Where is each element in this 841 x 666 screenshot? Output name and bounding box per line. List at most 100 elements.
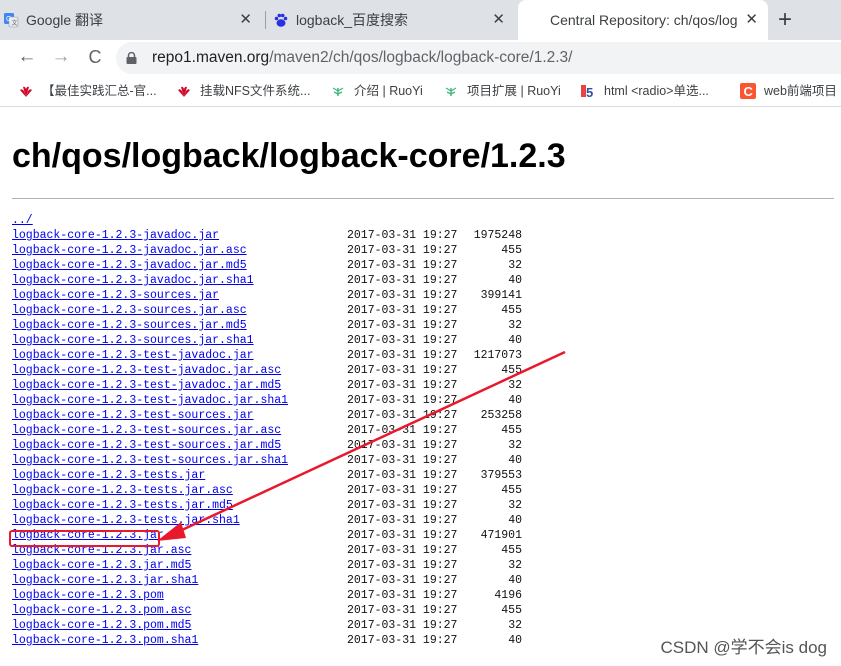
file-link[interactable]: logback-core-1.2.3-test-sources.jar.sha1 bbox=[12, 453, 288, 468]
file-size: 40 bbox=[508, 334, 522, 347]
file-link[interactable]: logback-core-1.2.3-javadoc.jar.md5 bbox=[12, 258, 247, 273]
file-link[interactable]: logback-core-1.2.3-javadoc.jar.asc bbox=[12, 243, 247, 258]
file-size: 40 bbox=[508, 514, 522, 527]
tab-close-button[interactable]: ✕ bbox=[745, 0, 758, 40]
file-link[interactable]: logback-core-1.2.3.pom.asc bbox=[12, 603, 191, 618]
file-date: 2017-03-31 19:27 bbox=[347, 544, 458, 557]
svg-text:C: C bbox=[744, 84, 754, 99]
file-link[interactable]: logback-core-1.2.3-tests.jar.md5 bbox=[12, 498, 233, 513]
file-date: 2017-03-31 19:27 bbox=[347, 574, 458, 587]
file-date: 2017-03-31 19:27 bbox=[347, 589, 458, 602]
file-row: logback-core-1.2.3-tests.jar.asc 2017-03-… bbox=[12, 483, 612, 498]
file-link[interactable]: logback-core-1.2.3-tests.jar.sha1 bbox=[12, 513, 240, 528]
google-translate-icon: G 文 bbox=[4, 13, 19, 28]
file-row: logback-core-1.2.3.pom.sha1 2017-03-31 19… bbox=[12, 633, 612, 648]
svg-text:文: 文 bbox=[12, 19, 18, 27]
file-row: logback-core-1.2.3.jar.sha1 2017-03-31 19… bbox=[12, 573, 612, 588]
file-size: 40 bbox=[508, 274, 522, 287]
tab-title: logback_百度搜索 bbox=[296, 12, 409, 28]
file-link[interactable]: logback-core-1.2.3-test-sources.jar.asc bbox=[12, 423, 281, 438]
file-size: 1975248 bbox=[473, 229, 522, 242]
file-size: 32 bbox=[508, 319, 522, 332]
file-date: 2017-03-31 19:27 bbox=[347, 319, 458, 332]
file-date: 2017-03-31 19:27 bbox=[347, 289, 458, 302]
file-link[interactable]: logback-core-1.2.3-test-sources.jar bbox=[12, 408, 254, 423]
file-row: logback-core-1.2.3.pom.asc 2017-03-31 19:… bbox=[12, 603, 612, 618]
back-button[interactable]: ← bbox=[14, 44, 40, 70]
baidu-paw-icon bbox=[274, 13, 288, 27]
file-link[interactable]: logback-core-1.2.3.pom.sha1 bbox=[12, 633, 198, 648]
file-link[interactable]: logback-core-1.2.3-test-sources.jar.md5 bbox=[12, 438, 281, 453]
file-size: 32 bbox=[508, 259, 522, 272]
csdn-c-icon: C bbox=[740, 83, 756, 99]
file-link[interactable]: logback-core-1.2.3-test-javadoc.jar bbox=[12, 348, 254, 363]
svg-text:5: 5 bbox=[586, 85, 593, 99]
file-date: 2017-03-31 19:27 bbox=[347, 469, 458, 482]
file-size: 455 bbox=[501, 424, 522, 437]
file-size: 32 bbox=[508, 559, 522, 572]
parent-dir-link[interactable]: ../ bbox=[12, 213, 33, 228]
highlight-box bbox=[9, 530, 160, 547]
file-link[interactable]: logback-core-1.2.3-test-javadoc.jar.asc bbox=[12, 363, 281, 378]
bookmark-label: 挂载NFS文件系统... bbox=[200, 84, 311, 98]
file-listing: ../ logback-core-1.2.3-javadoc.jar 2017-0… bbox=[12, 213, 612, 648]
file-date: 2017-03-31 19:27 bbox=[347, 499, 458, 512]
file-link[interactable]: logback-core-1.2.3-sources.jar.sha1 bbox=[12, 333, 254, 348]
w3c-icon: 5 bbox=[581, 85, 593, 99]
address-bar[interactable]: repo1.maven.org/maven2/ch/qos/logback/lo… bbox=[116, 42, 841, 74]
file-size: 455 bbox=[501, 364, 522, 377]
file-size: 32 bbox=[508, 379, 522, 392]
file-link[interactable]: logback-core-1.2.3-tests.jar bbox=[12, 468, 205, 483]
file-link[interactable]: logback-core-1.2.3.jar.md5 bbox=[12, 558, 191, 573]
file-link[interactable]: logback-core-1.2.3.jar.sha1 bbox=[12, 573, 198, 588]
ruoyi-leaf-icon bbox=[332, 87, 344, 96]
huawei-icon bbox=[178, 86, 190, 97]
lock-icon[interactable] bbox=[126, 52, 137, 64]
tab-central-repository[interactable]: Central Repository: ch/qos/log ✕ bbox=[518, 0, 768, 40]
file-size: 455 bbox=[501, 304, 522, 317]
url-path: /maven2/ch/qos/logback/logback-core/1.2.… bbox=[269, 49, 573, 66]
url-text[interactable]: repo1.maven.org/maven2/ch/qos/logback/lo… bbox=[152, 42, 572, 74]
file-date: 2017-03-31 19:27 bbox=[347, 274, 458, 287]
new-tab-button[interactable]: + bbox=[778, 6, 792, 34]
file-size: 32 bbox=[508, 499, 522, 512]
file-date: 2017-03-31 19:27 bbox=[347, 634, 458, 647]
tab-close-button[interactable]: ✕ bbox=[239, 0, 252, 40]
tab-title: Google 翻译 bbox=[26, 12, 104, 28]
file-size: 40 bbox=[508, 574, 522, 587]
file-row: logback-core-1.2.3-sources.jar 2017-03-31… bbox=[12, 288, 612, 303]
tab-google-translate[interactable]: G 文 Google 翻译 ✕ bbox=[0, 0, 262, 40]
file-link[interactable]: logback-core-1.2.3.pom bbox=[12, 588, 164, 603]
file-date: 2017-03-31 19:27 bbox=[347, 484, 458, 497]
file-link[interactable]: logback-core-1.2.3-sources.jar bbox=[12, 288, 219, 303]
file-date: 2017-03-31 19:27 bbox=[347, 559, 458, 572]
file-row: logback-core-1.2.3-javadoc.jar.md5 2017-0… bbox=[12, 258, 612, 273]
file-date: 2017-03-31 19:27 bbox=[347, 394, 458, 407]
file-link[interactable]: logback-core-1.2.3.pom.md5 bbox=[12, 618, 191, 633]
file-link[interactable]: logback-core-1.2.3-test-javadoc.jar.md5 bbox=[12, 378, 281, 393]
bookmark-label: web前端项目 bbox=[764, 84, 837, 98]
file-size: 1217073 bbox=[473, 349, 522, 362]
file-date: 2017-03-31 19:27 bbox=[347, 514, 458, 527]
file-link[interactable]: logback-core-1.2.3-test-javadoc.jar.sha1 bbox=[12, 393, 288, 408]
file-date: 2017-03-31 19:27 bbox=[347, 379, 458, 392]
file-link[interactable]: logback-core-1.2.3-sources.jar.md5 bbox=[12, 318, 247, 333]
file-row: logback-core-1.2.3-test-sources.jar.asc 2… bbox=[12, 423, 612, 438]
file-date: 2017-03-31 19:27 bbox=[347, 334, 458, 347]
file-size: 455 bbox=[501, 244, 522, 257]
file-link[interactable]: logback-core-1.2.3-tests.jar.asc bbox=[12, 483, 233, 498]
file-date: 2017-03-31 19:27 bbox=[347, 439, 458, 452]
file-date: 2017-03-31 19:27 bbox=[347, 259, 458, 272]
file-link[interactable]: logback-core-1.2.3-sources.jar.asc bbox=[12, 303, 247, 318]
reload-button[interactable]: C bbox=[82, 44, 108, 70]
tab-baidu-search[interactable]: logback_百度搜索 ✕ bbox=[270, 0, 515, 40]
file-row: logback-core-1.2.3.pom.md5 2017-03-31 19:… bbox=[12, 618, 612, 633]
forward-button[interactable]: → bbox=[48, 44, 74, 70]
file-row: logback-core-1.2.3-test-sources.jar 2017-… bbox=[12, 408, 612, 423]
file-row: logback-core-1.2.3-sources.jar.asc 2017-0… bbox=[12, 303, 612, 318]
file-link[interactable]: logback-core-1.2.3-javadoc.jar.sha1 bbox=[12, 273, 254, 288]
file-row: logback-core-1.2.3-sources.jar.sha1 2017-… bbox=[12, 333, 612, 348]
file-link[interactable]: logback-core-1.2.3-javadoc.jar bbox=[12, 228, 219, 243]
file-date: 2017-03-31 19:27 bbox=[347, 604, 458, 617]
tab-close-button[interactable]: ✕ bbox=[492, 0, 505, 40]
